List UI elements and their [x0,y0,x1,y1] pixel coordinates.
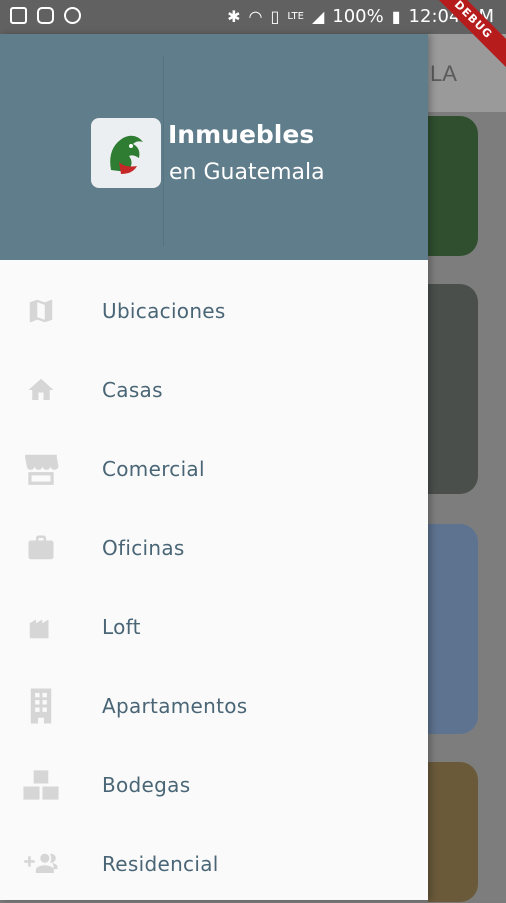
drawer-menu: Ubicaciones Casas Comercial Oficinas Lof… [0,271,428,903]
notification-icons [10,7,81,24]
apartment-icon [22,687,60,725]
quetzal-logo-icon [110,135,143,174]
debug-banner-container: DEBUG [416,0,506,90]
wechat-notification-icon [64,7,81,24]
instagram-notification-icon [37,7,54,24]
sim-icon: ▯ [270,7,280,26]
menu-item-residencial[interactable]: Residencial [0,824,428,903]
menu-label: Loft [102,614,141,639]
background-card [428,116,478,256]
bluetooth-icon: ✱ [227,7,241,26]
app-logo [91,118,161,188]
menu-label: Comercial [102,456,205,481]
drawer-header: Inmuebles en Guatemala [0,34,428,260]
menu-label: Ubicaciones [102,298,226,323]
menu-label: Casas [102,377,163,402]
menu-item-comercial[interactable]: Comercial [0,429,428,508]
store-icon [22,450,60,488]
brand-subtitle: en Guatemala [169,160,325,185]
header-divider [163,56,164,246]
gallery-notification-icon [10,7,27,24]
building-icon [22,608,60,646]
map-icon [22,292,60,330]
boxes-icon [22,766,60,804]
battery-percent: 100% [332,6,384,27]
background-card [428,524,478,734]
menu-item-apartamentos[interactable]: Apartamentos [0,666,428,745]
network-type: LTE [287,11,304,22]
group-add-icon [22,845,60,883]
background-card [428,762,478,902]
navigation-drawer: Inmuebles en Guatemala Ubicaciones Casas… [0,34,428,900]
brand-title: Inmuebles [168,120,315,149]
background-app: LA [428,34,506,902]
debug-banner: DEBUG [419,0,506,74]
home-icon [22,371,60,409]
menu-label: Bodegas [102,772,191,797]
menu-item-casas[interactable]: Casas [0,350,428,429]
signal-icon: ◢ [311,7,325,26]
menu-item-loft[interactable]: Loft [0,587,428,666]
menu-label: Oficinas [102,535,185,560]
menu-label: Residencial [102,851,219,876]
wifi-icon: ◠ [248,7,263,26]
menu-item-bodegas[interactable]: Bodegas [0,745,428,824]
menu-label: Apartamentos [102,693,248,718]
menu-item-ubicaciones[interactable]: Ubicaciones [0,271,428,350]
background-card [428,284,478,494]
battery-icon: ▮ [391,7,401,26]
briefcase-icon [22,529,60,567]
menu-item-oficinas[interactable]: Oficinas [0,508,428,587]
